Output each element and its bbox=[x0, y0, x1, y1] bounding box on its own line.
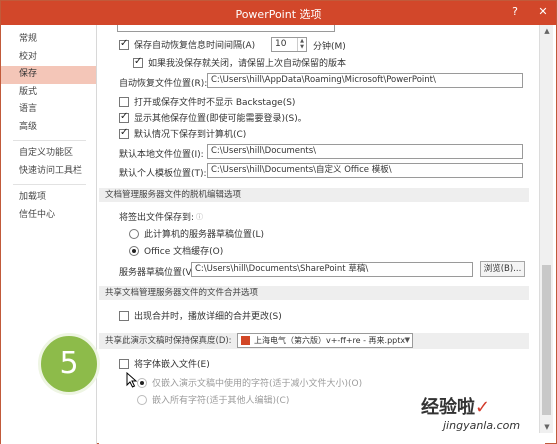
close-icon[interactable]: ✕ bbox=[536, 5, 550, 18]
options-dialog: PowerPoint 选项 ? ✕ 常规 校对 保存 版式 语言 高级 自定义功… bbox=[0, 0, 557, 444]
window-title: PowerPoint 选项 bbox=[235, 8, 322, 21]
info-icon: ⓘ bbox=[196, 212, 204, 221]
scroll-up-icon[interactable]: ▲ bbox=[540, 25, 554, 37]
watermark-url: jingyanla.com bbox=[443, 419, 521, 432]
sidebar-item-customize-ribbon[interactable]: 自定义功能区 bbox=[1, 145, 96, 163]
presentation-select[interactable]: 上海电气（第六版）v+-ff+re - 再来.pptx ▼ bbox=[237, 333, 413, 348]
server-drafts-path-label: 服务器草稿位置(V): bbox=[119, 268, 199, 278]
autorecover-checkbox[interactable] bbox=[119, 38, 129, 50]
embed-fonts-label: 将字体嵌入文件(E) bbox=[134, 360, 210, 370]
sidebar-item-general[interactable]: 常规 bbox=[1, 31, 96, 49]
show-locations-checkbox[interactable] bbox=[119, 111, 129, 123]
autorecover-minutes-stepper[interactable]: 10 ▲ ▼ bbox=[271, 37, 307, 52]
default-local-label: 默认本地文件位置(I): bbox=[119, 150, 204, 160]
template-location-label: 默认个人模板位置(T): bbox=[119, 169, 207, 179]
scroll-down-icon[interactable]: ▼ bbox=[540, 421, 554, 433]
office-cache-radio[interactable] bbox=[129, 245, 139, 256]
browse-button[interactable]: 浏览(B)... bbox=[480, 261, 525, 277]
no-backstage-checkbox[interactable] bbox=[119, 96, 129, 107]
sidebar-item-quick-access[interactable]: 快速访问工具栏 bbox=[1, 163, 96, 181]
scrollbar-thumb[interactable] bbox=[542, 265, 551, 415]
office-cache-option-label: Office 文档缓存(O) bbox=[144, 247, 224, 257]
clipped-field bbox=[117, 25, 335, 32]
merge-section-header: 共享文档管理服务器文件的文件合并选项 bbox=[99, 286, 529, 300]
default-local-path-input[interactable]: C:\Users\hill\Documents\ bbox=[207, 144, 523, 159]
keep-last-version-checkbox[interactable] bbox=[133, 56, 143, 68]
sidebar-item-save[interactable]: 保存 bbox=[1, 66, 96, 84]
minutes-unit: 分钟(M) bbox=[313, 42, 346, 52]
watermark-logo: 经验啦✓ bbox=[421, 397, 491, 418]
mouse-pointer-icon bbox=[126, 372, 138, 388]
server-drafts-radio[interactable] bbox=[129, 228, 139, 239]
offline-section-header: 文档管理服务器文件的脱机编辑选项 bbox=[99, 188, 529, 202]
save-options-panel: 保存自动恢复信息时间间隔(A) 10 ▲▼ 分钟(M) 如果我没保存就关闭，请保… bbox=[99, 25, 545, 444]
embed-fonts-checkbox[interactable] bbox=[119, 358, 129, 369]
show-merge-checkbox[interactable] bbox=[119, 310, 129, 321]
autorecover-path-label: 自动恢复文件位置(R): bbox=[119, 79, 208, 89]
sidebar-divider bbox=[13, 184, 86, 185]
autorecover-minutes-value: 10 bbox=[275, 39, 287, 49]
stepper-arrows-icon[interactable]: ▲ ▼ bbox=[297, 38, 306, 51]
embed-used-chars-label: 仅嵌入演示文稿中使用的字符(适于减小文件大小)(O) bbox=[152, 379, 363, 389]
autorecover-path-input[interactable]: C:\Users\hill\AppData\Roaming\Microsoft\… bbox=[207, 73, 523, 88]
help-icon[interactable]: ? bbox=[508, 5, 522, 18]
sidebar-item-proofing[interactable]: 校对 bbox=[1, 49, 96, 67]
server-drafts-path-input[interactable]: C:\Users\hill\Documents\SharePoint 草稿\ bbox=[191, 262, 473, 277]
sidebar-item-layout[interactable]: 版式 bbox=[1, 84, 96, 102]
sidebar-item-language[interactable]: 语言 bbox=[1, 101, 96, 119]
title-bar: PowerPoint 选项 ? ✕ bbox=[1, 1, 556, 25]
autorecover-label: 保存自动恢复信息时间间隔(A) bbox=[134, 41, 256, 51]
show-locations-label: 显示其他保存位置(即使可能需要登录)(S)。 bbox=[134, 114, 307, 124]
show-merge-label: 出现合并时，播放详细的合并更改(S) bbox=[134, 312, 282, 322]
server-drafts-option-label: 此计算机的服务器草稿位置(L) bbox=[144, 230, 265, 240]
no-backstage-label: 打开或保存文件时不显示 Backstage(S) bbox=[134, 98, 296, 108]
embed-used-chars-radio[interactable] bbox=[137, 377, 147, 388]
powerpoint-file-icon bbox=[241, 336, 250, 345]
save-checkout-label: 将签出文件保存到: ⓘ bbox=[119, 212, 204, 224]
keep-last-version-label: 如果我没保存就关闭，请保留上次自动保留的版本 bbox=[148, 59, 347, 69]
vertical-scrollbar[interactable]: ▲ ▼ bbox=[539, 25, 553, 433]
embed-all-chars-label: 嵌入所有字符(适于其他人编辑)(C) bbox=[152, 396, 290, 406]
step-number-badge: 5 bbox=[38, 333, 100, 395]
chevron-down-icon: ▼ bbox=[404, 336, 410, 344]
save-to-computer-label: 默认情况下保存到计算机(C) bbox=[134, 130, 247, 140]
embed-all-chars-radio[interactable] bbox=[137, 394, 147, 405]
sidebar-divider bbox=[13, 140, 86, 141]
save-to-computer-checkbox[interactable] bbox=[119, 127, 129, 139]
template-path-input[interactable]: C:\Users\hill\Documents\自定义 Office 模板\ bbox=[207, 163, 523, 178]
sidebar-item-advanced[interactable]: 高级 bbox=[1, 119, 96, 137]
sidebar-item-addins[interactable]: 加载项 bbox=[1, 189, 96, 207]
sidebar-item-trust-center[interactable]: 信任中心 bbox=[1, 207, 96, 225]
